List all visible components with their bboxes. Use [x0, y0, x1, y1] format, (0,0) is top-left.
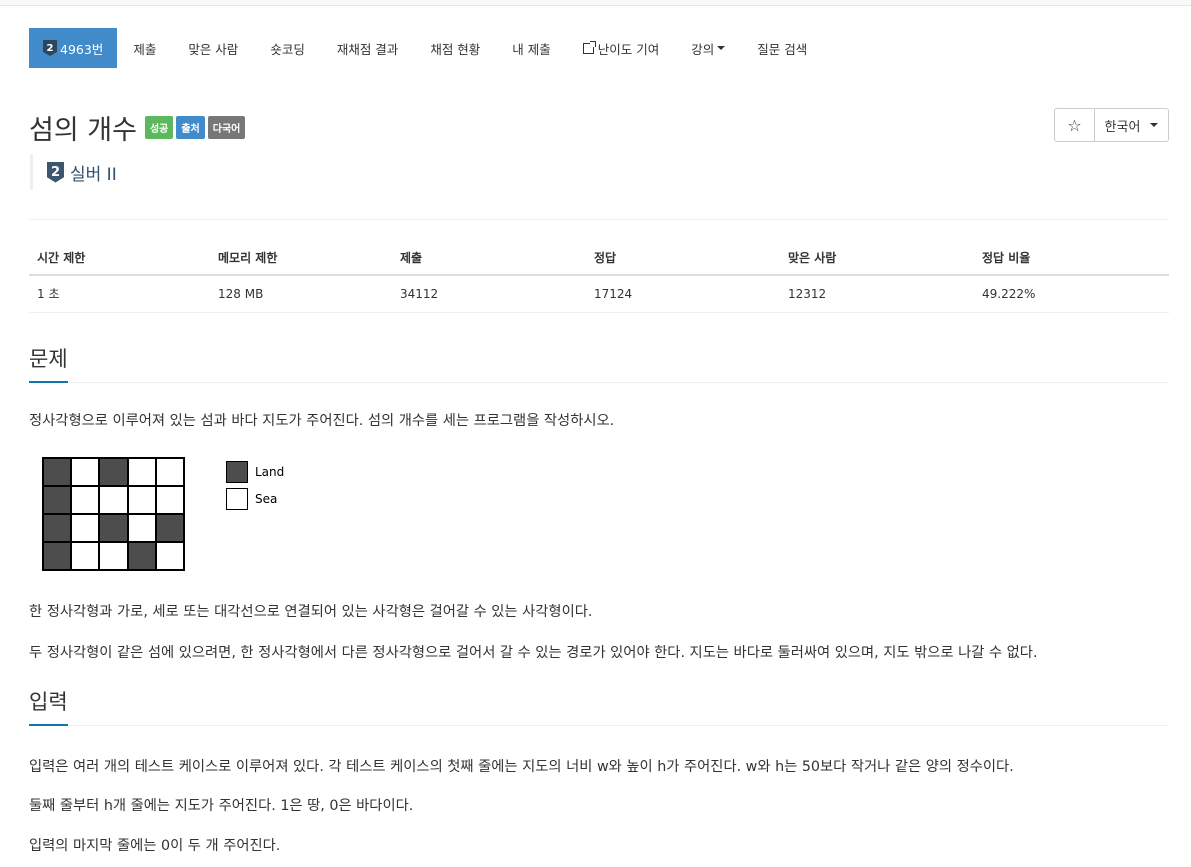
- map-cell-land: [99, 514, 128, 542]
- section-title: 입력: [29, 686, 68, 726]
- map-cell-land: [127, 542, 156, 570]
- problem-nav-tabs: 2 4963번 제출 맞은 사람 숏코딩 재채점 결과 채점 현황 내 제출 난…: [29, 28, 823, 68]
- title-actions: ☆ 한국어: [1054, 108, 1169, 142]
- submissions-value: 34112: [392, 275, 586, 313]
- tab-short-coding[interactable]: 숏코딩: [254, 28, 321, 68]
- map-cell-sea: [155, 486, 184, 514]
- accepted-value: 17124: [586, 275, 780, 313]
- problem-title-row: 섬의 개수 성공 출처 다국어: [29, 108, 246, 147]
- tier-badge-icon: 2: [47, 161, 64, 183]
- problem-description: 정사각형으로 이루어져 있는 섬과 바다 지도가 주어진다. 섬의 개수를 세는…: [29, 413, 615, 429]
- chevron-down-icon: [717, 46, 726, 50]
- map-cell-land: [43, 458, 72, 486]
- accept-ratio-value: 49.222%: [974, 275, 1169, 313]
- table-header-row: 시간 제한 메모리 제한 제출 정답 맞은 사람 정답 비율: [29, 240, 1169, 276]
- memory-limit-value: 128 MB: [210, 275, 392, 313]
- table-row: 1 초 128 MB 34112 17124 12312 49.222%: [29, 275, 1169, 313]
- language-select-value: 한국어: [1104, 119, 1141, 135]
- map-cell-land: [43, 514, 72, 542]
- tier-indicator[interactable]: 2 실버 II: [30, 154, 117, 190]
- header-submissions: 제출: [392, 240, 586, 276]
- map-cell-sea: [155, 458, 184, 486]
- problem-id-label: 4963번: [60, 41, 104, 57]
- legend-label-sea: Sea: [255, 491, 278, 506]
- map-cell-land: [43, 542, 72, 570]
- section-title: 문제: [29, 343, 68, 383]
- header-accept-ratio: 정답 비율: [974, 240, 1169, 276]
- tab-my-submissions[interactable]: 내 제출: [496, 28, 566, 68]
- page-title: 섬의 개수: [29, 115, 137, 146]
- tab-problem-id[interactable]: 2 4963번: [29, 28, 118, 68]
- problem-description: 한 정사각형과 가로, 세로 또는 대각선으로 연결되어 있는 사각형은 걸어갈…: [29, 604, 593, 620]
- map-cell-sea: [127, 514, 156, 542]
- tier-label: 실버 II: [70, 164, 117, 185]
- land-swatch: [226, 460, 248, 483]
- difficulty-contribution-label: 난이도 기여: [597, 41, 660, 57]
- problem-info-table: 시간 제한 메모리 제한 제출 정답 맞은 사람 정답 비율 1 초 128 M…: [29, 240, 1169, 313]
- map-cell-sea: [155, 542, 184, 570]
- language-select[interactable]: 한국어: [1095, 109, 1168, 141]
- favorite-star-button[interactable]: ☆: [1055, 109, 1095, 141]
- island-map-figure: [42, 457, 185, 571]
- map-cell-sea: [127, 458, 156, 486]
- header-solved-users: 맞은 사람: [780, 240, 974, 276]
- header-memory-limit: 메모리 제한: [210, 240, 392, 276]
- legend-item-sea: Sea: [226, 485, 284, 512]
- chevron-down-icon: [1150, 123, 1159, 127]
- tab-difficulty-contribution[interactable]: 난이도 기여: [567, 28, 675, 68]
- map-cell-land: [99, 458, 128, 486]
- external-link-icon: [582, 40, 596, 54]
- map-cell-sea: [71, 458, 100, 486]
- header-time-limit: 시간 제한: [29, 240, 210, 276]
- legend-label-land: Land: [255, 464, 285, 479]
- map-legend: Land Sea: [226, 458, 284, 512]
- tab-submit[interactable]: 제출: [117, 28, 172, 68]
- map-cell-sea: [99, 486, 128, 514]
- label-success: 성공: [144, 116, 174, 139]
- sea-swatch: [226, 487, 248, 510]
- input-section-heading: 입력: [29, 686, 1169, 726]
- map-cell-sea: [71, 514, 100, 542]
- input-description: 둘째 줄부터 h개 줄에는 지도가 주어진다. 1은 땅, 0은 바다이다.: [29, 798, 414, 814]
- label-source[interactable]: 출처: [176, 116, 205, 139]
- map-cell-sea: [127, 486, 156, 514]
- problem-description: 두 정사각형이 같은 섬에 있으려면, 한 정사각형에서 다른 정사각형으로 걸…: [29, 645, 1038, 661]
- top-border: [0, 0, 1191, 6]
- legend-item-land: Land: [226, 458, 284, 485]
- map-cell-sea: [99, 542, 128, 570]
- header-accepted: 정답: [586, 240, 780, 276]
- label-multilingual: 다국어: [207, 116, 246, 139]
- input-description: 입력의 마지막 줄에는 0이 두 개 주어진다.: [29, 838, 281, 854]
- tab-lectures[interactable]: 강의: [675, 28, 741, 68]
- divider: [29, 219, 1169, 220]
- tier-badge-icon: 2: [43, 40, 57, 56]
- tab-solved-users[interactable]: 맞은 사람: [172, 28, 254, 68]
- tab-judge-status[interactable]: 채점 현황: [414, 28, 496, 68]
- lectures-label: 강의: [691, 41, 715, 57]
- input-description: 입력은 여러 개의 테스트 케이스로 이루어져 있다. 각 테스트 케이스의 첫…: [29, 759, 1014, 775]
- tab-question-search[interactable]: 질문 검색: [741, 28, 823, 68]
- map-cell-land: [155, 514, 184, 542]
- time-limit-value: 1 초: [29, 275, 210, 313]
- star-icon: ☆: [1067, 115, 1082, 135]
- solved-users-value: 12312: [780, 275, 974, 313]
- map-cell-sea: [71, 486, 100, 514]
- map-cell-land: [43, 486, 72, 514]
- problem-section-heading: 문제: [29, 343, 1169, 383]
- tab-rejudge-results[interactable]: 재채점 결과: [321, 28, 414, 68]
- map-cell-sea: [71, 542, 100, 570]
